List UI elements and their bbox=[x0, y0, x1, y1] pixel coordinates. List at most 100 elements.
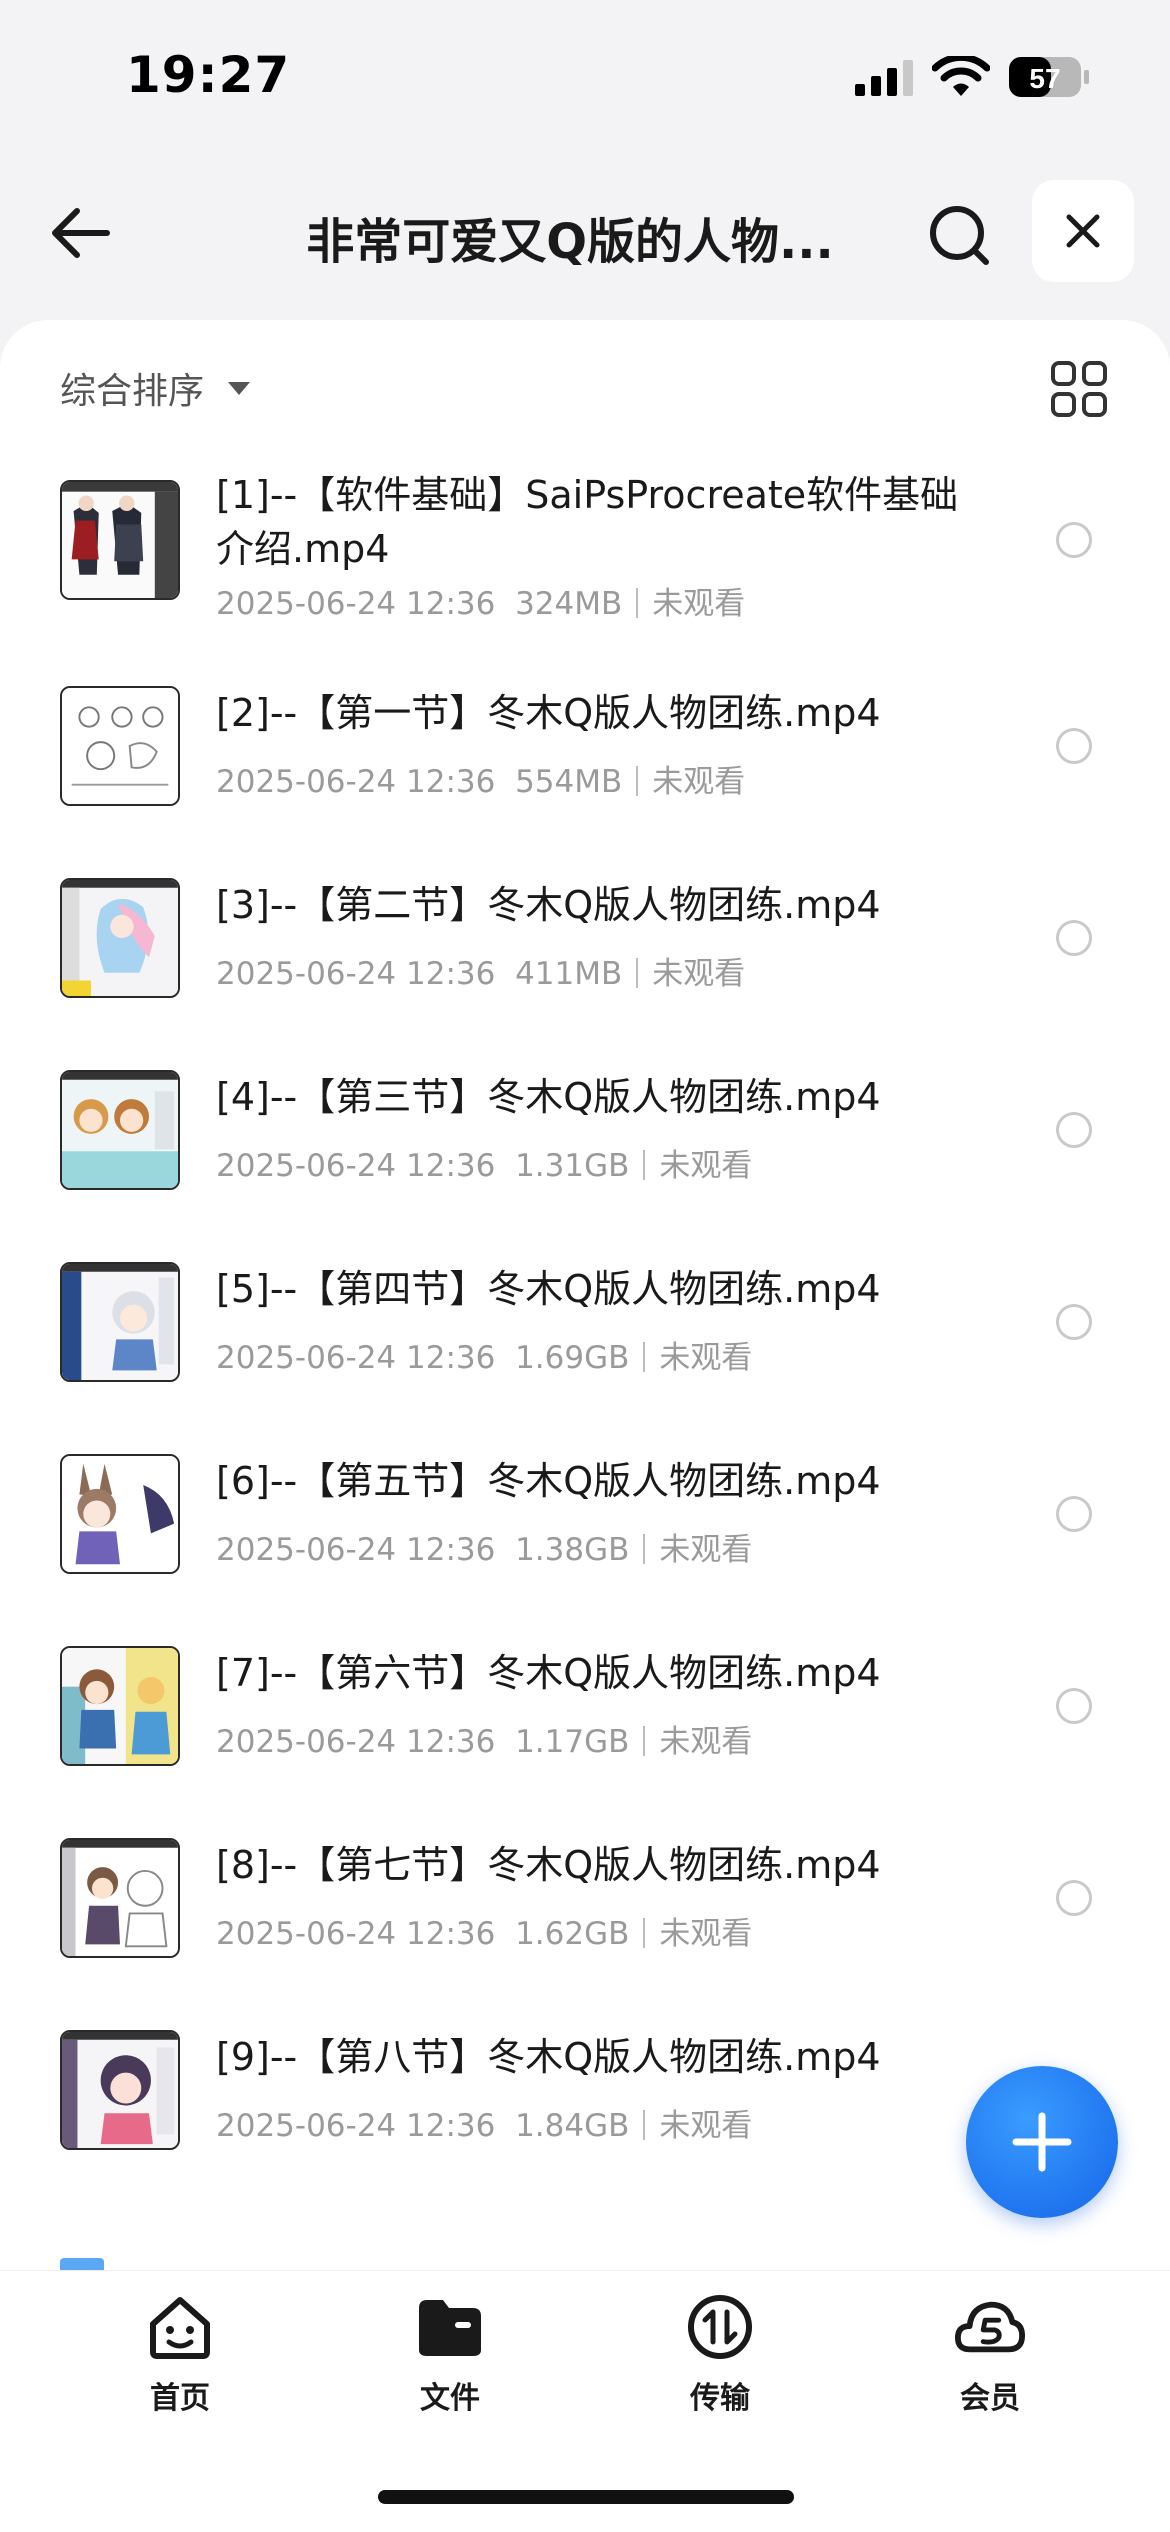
file-date: 2025-06-24 12:36 bbox=[216, 1916, 496, 1952]
watch-status: 未观看 bbox=[652, 956, 746, 992]
file-meta: 2025-06-24 12:36 1.62GB 未观看 bbox=[216, 1908, 752, 1953]
select-radio[interactable] bbox=[1056, 1112, 1092, 1148]
video-thumbnail bbox=[60, 1838, 180, 1958]
file-size: 1.69GB bbox=[515, 1340, 630, 1376]
file-row[interactable]: [3]--【第二节】冬木Q版人物团练.mp4 2025-06-24 12:36 … bbox=[0, 878, 1170, 1070]
tab-label: 首页 bbox=[150, 2381, 210, 2416]
file-row[interactable]: [1]--【软件基础】SaiPsProcreate软件基础介绍.mp4 2025… bbox=[0, 473, 1170, 686]
select-radio[interactable] bbox=[1056, 522, 1092, 558]
tab-home[interactable]: 首页 bbox=[80, 2291, 280, 2431]
file-date: 2025-06-24 12:36 bbox=[216, 586, 496, 622]
select-radio[interactable] bbox=[1056, 1304, 1092, 1340]
select-radio[interactable] bbox=[1056, 1880, 1092, 1916]
file-name: [2]--【第一节】冬木Q版人物团练.mp4 bbox=[216, 691, 881, 735]
grid-view-icon[interactable] bbox=[1050, 360, 1108, 418]
cloud-vip-icon bbox=[954, 2301, 1026, 2353]
app-screen: 19:27 57 非常可爱又Q版的人物... 综合排序 [1]--【软件基础】S… bbox=[0, 0, 1170, 2532]
tab-label: 会员 bbox=[960, 2381, 1020, 2416]
close-button[interactable] bbox=[1032, 180, 1134, 282]
video-thumbnail bbox=[60, 1070, 180, 1190]
search-icon bbox=[930, 206, 989, 265]
status-bar: 19:27 57 bbox=[0, 0, 1170, 150]
smile-face-icon bbox=[150, 2297, 210, 2359]
folder-icon bbox=[419, 2300, 481, 2356]
meta-divider bbox=[643, 1150, 646, 1180]
file-size: 554MB bbox=[515, 764, 623, 800]
file-size: 1.38GB bbox=[515, 1532, 630, 1568]
file-name: [8]--【第七节】冬木Q版人物团练.mp4 bbox=[216, 1843, 881, 1887]
status-time: 19:27 bbox=[126, 46, 291, 104]
watch-status: 未观看 bbox=[659, 1724, 753, 1760]
file-meta: 2025-06-24 12:36 1.17GB 未观看 bbox=[216, 1716, 752, 1761]
meta-divider bbox=[643, 2110, 646, 2140]
file-size: 324MB bbox=[515, 586, 623, 622]
battery-level: 57 bbox=[1029, 63, 1060, 94]
tab-files[interactable]: 文件 bbox=[350, 2291, 550, 2431]
file-date: 2025-06-24 12:36 bbox=[216, 1148, 496, 1184]
search-button[interactable] bbox=[920, 196, 1000, 276]
file-date: 2025-06-24 12:36 bbox=[216, 1532, 496, 1568]
plus-icon bbox=[1012, 2112, 1072, 2172]
close-icon bbox=[1066, 214, 1100, 248]
file-date: 2025-06-24 12:36 bbox=[216, 1340, 496, 1376]
video-thumbnail bbox=[60, 1262, 180, 1382]
file-name: [1]--【软件基础】SaiPsProcreate软件基础介绍.mp4 bbox=[216, 473, 959, 571]
arrow-left-icon bbox=[52, 208, 110, 258]
video-thumbnail bbox=[60, 878, 180, 998]
file-row[interactable]: [8]--【第七节】冬木Q版人物团练.mp4 2025-06-24 12:36 … bbox=[0, 1838, 1170, 2030]
file-meta: 2025-06-24 12:36 411MB 未观看 bbox=[216, 948, 745, 993]
meta-divider bbox=[643, 1534, 646, 1564]
watch-status: 未观看 bbox=[659, 1532, 753, 1568]
page-title: 非常可爱又Q版的人物... bbox=[306, 214, 834, 270]
watch-status: 未观看 bbox=[659, 1340, 753, 1376]
tab-transfer[interactable]: 传输 bbox=[620, 2291, 820, 2431]
file-row[interactable]: [2]--【第一节】冬木Q版人物团练.mp4 2025-06-24 12:36 … bbox=[0, 686, 1170, 878]
watch-status: 未观看 bbox=[652, 586, 746, 622]
cellular-signal-icon bbox=[855, 60, 913, 96]
file-row[interactable]: [6]--【第五节】冬木Q版人物团练.mp4 2025-06-24 12:36 … bbox=[0, 1454, 1170, 1646]
file-meta: 2025-06-24 12:36 554MB 未观看 bbox=[216, 756, 745, 801]
sort-dropdown[interactable]: 综合排序 bbox=[60, 362, 251, 414]
file-meta: 2025-06-24 12:36 1.38GB 未观看 bbox=[216, 1524, 752, 1569]
file-row[interactable]: [7]--【第六节】冬木Q版人物团练.mp4 2025-06-24 12:36 … bbox=[0, 1646, 1170, 1838]
file-date: 2025-06-24 12:36 bbox=[216, 764, 496, 800]
file-browser: 综合排序 [1]--【软件基础】SaiPsProcreate软件基础介绍.mp4… bbox=[0, 320, 1170, 2270]
watch-status: 未观看 bbox=[652, 764, 746, 800]
file-meta: 2025-06-24 12:36 1.84GB 未观看 bbox=[216, 2100, 752, 2145]
caret-down-icon bbox=[228, 381, 251, 395]
file-name: [4]--【第三节】冬木Q版人物团练.mp4 bbox=[216, 1075, 881, 1119]
file-size: 411MB bbox=[515, 956, 623, 992]
tab-label: 文件 bbox=[420, 2381, 480, 2416]
meta-divider bbox=[643, 1342, 646, 1372]
select-radio[interactable] bbox=[1056, 728, 1092, 764]
meta-divider bbox=[636, 766, 639, 796]
file-size: 1.17GB bbox=[515, 1724, 630, 1760]
file-date: 2025-06-24 12:36 bbox=[216, 1724, 496, 1760]
file-row[interactable]: [5]--【第四节】冬木Q版人物团练.mp4 2025-06-24 12:36 … bbox=[0, 1262, 1170, 1454]
file-date: 2025-06-24 12:36 bbox=[216, 2108, 496, 2144]
video-thumbnail bbox=[60, 686, 180, 806]
file-meta: 2025-06-24 12:36 324MB 未观看 bbox=[216, 578, 745, 623]
add-button[interactable] bbox=[966, 2066, 1118, 2218]
file-name: [5]--【第四节】冬木Q版人物团练.mp4 bbox=[216, 1267, 881, 1311]
tab-vip[interactable]: 会员 bbox=[890, 2291, 1090, 2431]
back-button[interactable] bbox=[42, 194, 120, 272]
file-name: [9]--【第八节】冬木Q版人物团练.mp4 bbox=[216, 2035, 881, 2079]
file-size: 1.31GB bbox=[515, 1148, 630, 1184]
meta-divider bbox=[643, 1726, 646, 1756]
tab-label: 传输 bbox=[690, 2381, 750, 2416]
video-thumbnail bbox=[60, 2030, 180, 2150]
home-indicator[interactable] bbox=[378, 2490, 794, 2504]
video-thumbnail bbox=[60, 1454, 180, 1574]
meta-divider bbox=[636, 588, 639, 618]
file-row[interactable]: [4]--【第三节】冬木Q版人物团练.mp4 2025-06-24 12:36 … bbox=[0, 1070, 1170, 1262]
watch-status: 未观看 bbox=[659, 2108, 753, 2144]
file-meta: 2025-06-24 12:36 1.69GB 未观看 bbox=[216, 1332, 752, 1377]
header: 非常可爱又Q版的人物... bbox=[0, 168, 1170, 298]
select-radio[interactable] bbox=[1056, 1688, 1092, 1724]
watch-status: 未观看 bbox=[659, 1148, 753, 1184]
meta-divider bbox=[636, 958, 639, 988]
select-radio[interactable] bbox=[1056, 920, 1092, 956]
select-radio[interactable] bbox=[1056, 1496, 1092, 1532]
file-meta: 2025-06-24 12:36 1.31GB 未观看 bbox=[216, 1140, 752, 1185]
